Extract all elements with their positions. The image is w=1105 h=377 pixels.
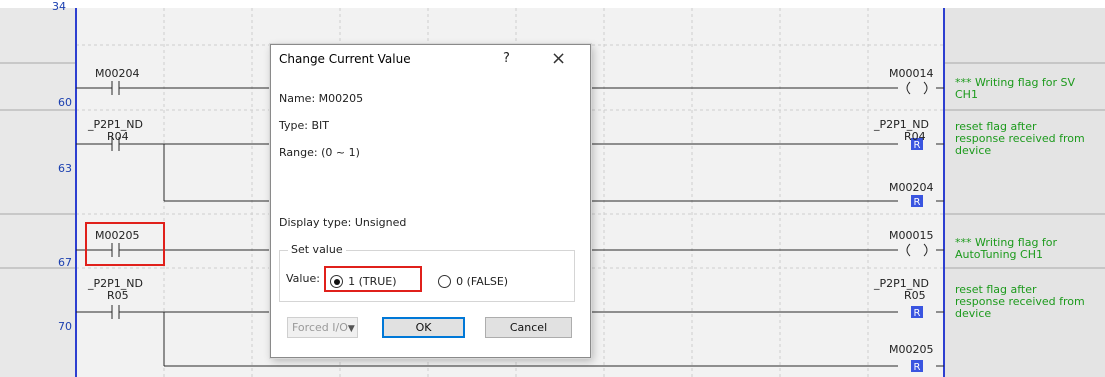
forced-io-label: Forced I/O bbox=[292, 321, 348, 334]
range-field: Range: (0 ~ 1) bbox=[279, 146, 360, 159]
contact-label[interactable]: R04 bbox=[107, 130, 129, 143]
option-false-label: 0 (FALSE) bbox=[456, 275, 509, 288]
forced-io-button: Forced I/O▼ bbox=[287, 317, 358, 338]
radio-selected-icon bbox=[330, 275, 343, 288]
comment-line: CH1 bbox=[955, 88, 978, 101]
dropdown-arrow-icon: ▼ bbox=[347, 324, 355, 334]
svg-text:R: R bbox=[914, 308, 921, 319]
display-type-field: Display type: Unsigned bbox=[279, 216, 407, 229]
svg-text:R: R bbox=[914, 362, 921, 373]
rung-comment: *** Writing flag for AutoTuning CH1 bbox=[955, 237, 1057, 261]
contact-label[interactable]: R05 bbox=[107, 289, 129, 302]
coil-label[interactable]: M00014 bbox=[889, 67, 933, 80]
svg-text:R: R bbox=[914, 197, 921, 208]
set-value-caption: Set value bbox=[288, 243, 346, 256]
radio-false[interactable]: 0 (FALSE) bbox=[438, 271, 508, 290]
comment-line: AutoTuning CH1 bbox=[955, 248, 1043, 261]
comment-line: device bbox=[955, 144, 992, 157]
coil-label[interactable]: R05 bbox=[904, 289, 926, 302]
selected-contact-highlight bbox=[85, 222, 165, 266]
coil-label[interactable]: R04 bbox=[904, 130, 926, 143]
rung-number: 67 bbox=[58, 256, 72, 269]
ok-button[interactable]: OK bbox=[382, 317, 465, 338]
radio-unselected-icon bbox=[438, 275, 451, 288]
rung-number: 63 bbox=[58, 162, 72, 175]
cancel-button[interactable]: Cancel bbox=[485, 317, 572, 338]
set-value-group: Set value Value: 1 (TRUE) 0 (FALSE) bbox=[279, 243, 575, 302]
help-button[interactable]: ? bbox=[503, 51, 510, 66]
change-current-value-dialog: Change Current Value ? × Name: M00205 Ty… bbox=[270, 44, 591, 358]
rung-number: 70 bbox=[58, 320, 72, 333]
option-true-label: 1 (TRUE) bbox=[348, 275, 397, 288]
coil-label[interactable]: M00015 bbox=[889, 229, 933, 242]
rung-comment: reset flag after response received from … bbox=[955, 121, 1085, 157]
value-label: Value: bbox=[286, 272, 320, 285]
rung-comment: reset flag after response received from … bbox=[955, 284, 1085, 320]
rung-number: 60 bbox=[58, 96, 72, 109]
contact-label[interactable]: M00204 bbox=[95, 67, 139, 80]
comment-line: device bbox=[955, 307, 992, 320]
coil-label[interactable]: M00205 bbox=[889, 343, 933, 356]
rung-comment: *** Writing flag for SV CH1 bbox=[955, 77, 1075, 101]
type-field: Type: BIT bbox=[279, 119, 329, 132]
dialog-title: Change Current Value bbox=[279, 52, 411, 66]
coil-label[interactable]: M00204 bbox=[889, 181, 933, 194]
name-field: Name: M00205 bbox=[279, 92, 364, 105]
close-icon[interactable]: × bbox=[551, 48, 566, 69]
radio-true[interactable]: 1 (TRUE) bbox=[330, 271, 397, 290]
rung-number: 34 bbox=[52, 0, 66, 13]
